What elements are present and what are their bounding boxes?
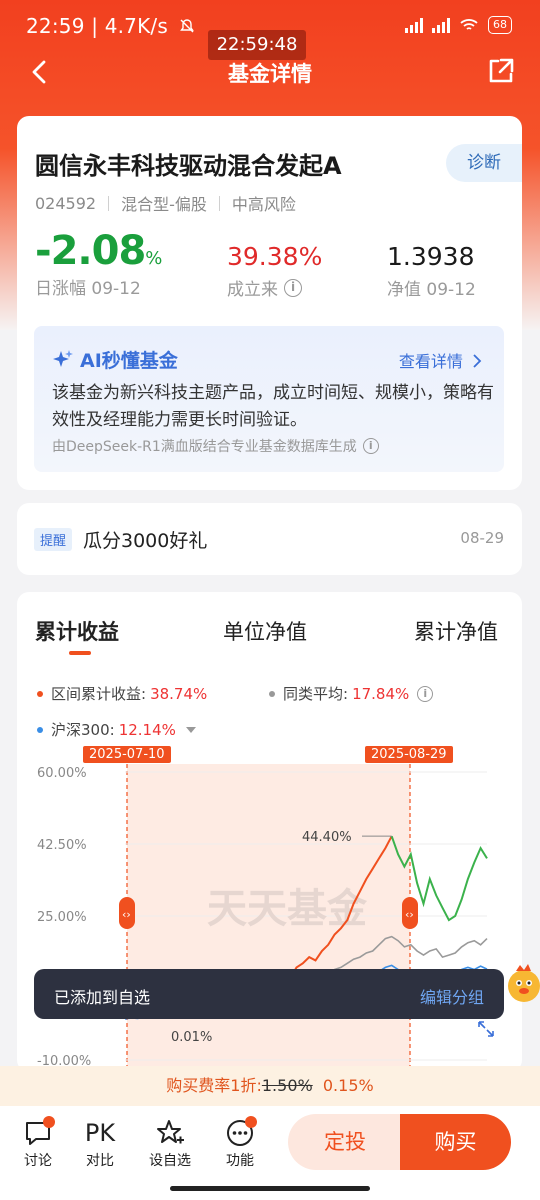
daily-change-value: -2.08 <box>35 228 146 274</box>
y-tick-label: 60.00% <box>37 766 87 781</box>
share-icon[interactable] <box>486 56 516 86</box>
battery-icon: 68 <box>488 16 512 34</box>
diagnose-button[interactable]: 诊断 <box>446 144 522 182</box>
fund-meta: 024592 混合型-偏股 中高风险 <box>35 191 296 215</box>
status-icons: 68 <box>405 16 512 34</box>
functions-button[interactable]: 功能 <box>210 1116 270 1170</box>
svg-text:‹›: ‹› <box>405 908 414 921</box>
fund-type: 混合型-偏股 <box>121 195 207 214</box>
ai-summary-box[interactable]: AI秒懂基金 查看详情 该基金为新兴科技主题产品，成立时间短、规模小，策略有效性… <box>34 326 504 472</box>
page-title: 基金详情 <box>228 62 312 86</box>
home-indicator <box>170 1186 370 1191</box>
original-fee: 1.50% <box>261 1076 313 1095</box>
ai-title: AI秒懂基金 <box>52 346 178 373</box>
daily-change-label: 日涨幅 09-12 <box>35 279 141 299</box>
expand-icon[interactable] <box>478 1021 494 1037</box>
promo-date: 08-29 <box>460 529 504 547</box>
range-start-handle[interactable]: ‹› <box>119 897 135 929</box>
toast-message: 已添加到自选 <box>54 988 151 1007</box>
peak-label: 44.40% <box>302 830 352 845</box>
info-icon[interactable]: i <box>284 278 302 297</box>
signal-icon-2 <box>432 17 450 33</box>
promo-card[interactable]: 提醒 瓜分3000好礼 08-29 <box>17 503 522 575</box>
nav-value: 1.3938 <box>387 242 475 271</box>
svg-text:‹›: ‹› <box>122 908 131 921</box>
mute-bell-icon <box>179 19 194 33</box>
ai-more-link[interactable]: 查看详情 <box>399 348 482 372</box>
promo-text: 瓜分3000好礼 <box>83 530 208 552</box>
status-time: 22:59 | 4.7K/s <box>26 14 195 38</box>
y-tick-label: 25.00% <box>37 910 87 925</box>
compare-button[interactable]: PK 对比 <box>70 1116 130 1170</box>
discounted-fee: 0.15% <box>322 1076 374 1095</box>
toast: 已添加到自选 编辑分组 <box>34 969 504 1019</box>
fixed-invest-button[interactable]: 定投 <box>288 1114 402 1170</box>
range-end-handle[interactable]: ‹› <box>402 897 418 929</box>
nav-bar: 基金详情 <box>0 50 540 94</box>
fund-code: 024592 <box>35 193 97 213</box>
chevron-right-icon <box>473 354 482 368</box>
sparkle-icon <box>53 349 73 367</box>
since-inception-label: 成立来 <box>227 280 278 300</box>
fund-name: 圆信永丰科技驱动混合发起A <box>35 152 342 180</box>
edit-group-link[interactable]: 编辑分组 <box>420 984 484 1008</box>
y-tick-label: 42.50% <box>37 838 87 853</box>
info-icon: i <box>362 438 379 454</box>
mascot-icon[interactable] <box>502 962 540 1006</box>
nav-metric: 1.3938 净值 09-12 <box>387 242 476 300</box>
signal-icon <box>405 17 423 33</box>
promo-tag: 提醒 <box>34 528 73 551</box>
pk-icon: PK <box>84 1119 116 1147</box>
start-label: 0.01% <box>171 1030 212 1045</box>
buy-button[interactable]: 购买 <box>400 1114 511 1170</box>
discuss-button[interactable]: 讨论 <box>8 1116 68 1170</box>
add-watchlist-button[interactable]: 设自选 <box>140 1116 200 1170</box>
daily-change-metric: -2.08% 日涨幅 09-12 <box>35 228 162 299</box>
star-add-icon <box>157 1120 184 1144</box>
fund-info-card: 圆信永丰科技驱动混合发起A 诊断 024592 混合型-偏股 中高风险 -2.0… <box>17 116 522 490</box>
wifi-icon <box>460 19 478 30</box>
ai-summary-text: 该基金为新兴科技主题产品，成立时间短、规模小，策略有效性及经理能力需更长时间验证… <box>52 383 494 430</box>
since-inception-metric[interactable]: 39.38% 成立来 i <box>227 242 322 300</box>
nav-label: 净值 09-12 <box>387 280 476 300</box>
since-inception-value: 39.38% <box>227 242 323 271</box>
fee-banner: 购买费率1折:1.50% 0.15% <box>0 1066 540 1106</box>
ai-footnote: 由DeepSeek-R1满血版结合专业基金数据库生成 i <box>52 436 379 456</box>
fund-risk: 中高风险 <box>231 195 296 214</box>
